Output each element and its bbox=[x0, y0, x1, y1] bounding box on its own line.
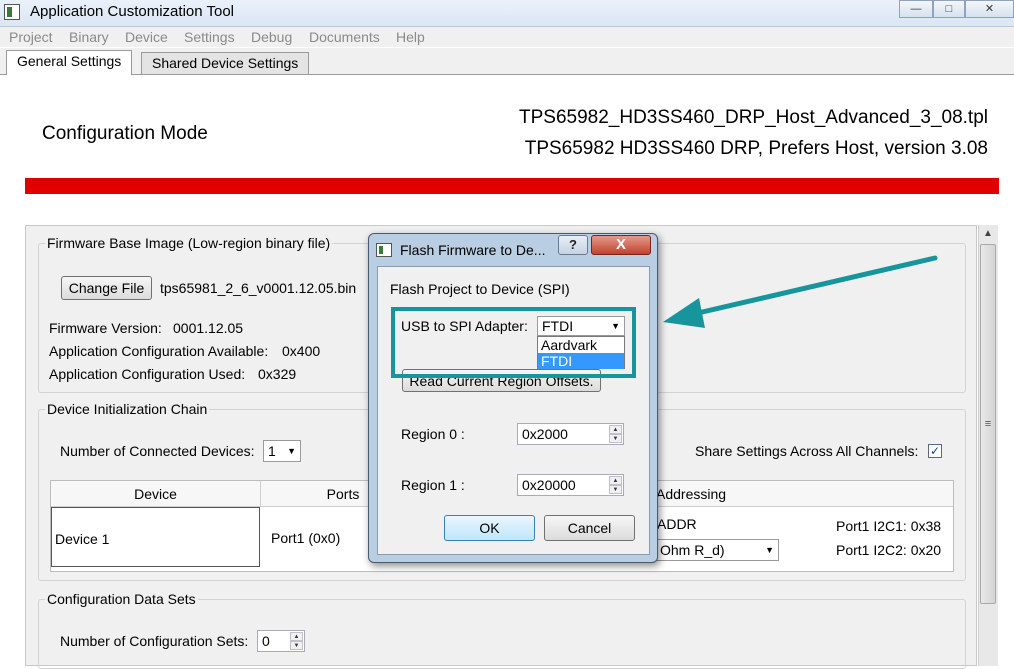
menu-bar: Project Binary Device Settings Debug Doc… bbox=[0, 27, 1014, 47]
i2c1-address: Port1 I2C1: 0x38 bbox=[836, 518, 942, 534]
region0-value: 0x2000 bbox=[522, 426, 568, 442]
dialog-help-button[interactable]: ? bbox=[558, 235, 588, 255]
window-close-button[interactable]: ✕ bbox=[965, 0, 1014, 18]
config-used-value: 0x329 bbox=[258, 366, 297, 382]
config-data-sets-title: Configuration Data Sets bbox=[45, 591, 198, 607]
annotation-arrow-icon bbox=[663, 255, 938, 328]
addressing-select-value: Ohm R_d) bbox=[660, 542, 725, 558]
template-description: TPS65982 HD3SS460 DRP, Prefers Host, ver… bbox=[524, 138, 988, 159]
spin-up-icon[interactable]: ▲ bbox=[290, 632, 303, 641]
spin-up-icon[interactable]: ▲ bbox=[609, 476, 622, 485]
template-file-name: TPS65982_HD3SS460_DRP_Host_Advanced_3_08… bbox=[519, 107, 988, 128]
scroll-up-arrow-icon[interactable]: ▲ bbox=[978, 226, 998, 242]
connected-devices-label: Number of Connected Devices: bbox=[60, 443, 255, 459]
ok-button[interactable]: OK bbox=[444, 515, 535, 541]
menu-project[interactable]: Project bbox=[9, 29, 53, 45]
change-file-button[interactable]: Change File bbox=[61, 276, 152, 300]
addressing-select[interactable]: Ohm R_d) ▼ bbox=[655, 539, 779, 561]
config-sets-count-value: 0 bbox=[262, 633, 270, 649]
firmware-version-label: Firmware Version: bbox=[49, 320, 162, 336]
region1-stepper[interactable]: 0x20000 ▲ ▼ bbox=[517, 474, 624, 496]
region1-value: 0x20000 bbox=[522, 477, 576, 493]
dialog-app-icon bbox=[376, 243, 392, 257]
table-cell-device[interactable]: Device 1 bbox=[51, 507, 260, 567]
column-header-device[interactable]: Device bbox=[51, 481, 261, 507]
configuration-mode-label: Configuration Mode bbox=[42, 123, 208, 144]
app-icon bbox=[4, 4, 20, 20]
device-ports: Port1 (0x0) bbox=[271, 530, 341, 546]
tab-shared-device-settings[interactable]: Shared Device Settings bbox=[141, 52, 310, 74]
firmware-version-value: 0001.12.05 bbox=[173, 320, 244, 336]
share-settings-checkbox[interactable]: ✓ bbox=[928, 444, 942, 458]
connected-devices-value: 1 bbox=[268, 443, 276, 459]
region0-label: Region 0 : bbox=[401, 426, 465, 442]
menu-documents[interactable]: Documents bbox=[309, 29, 380, 45]
menu-debug[interactable]: Debug bbox=[251, 29, 292, 45]
region1-label: Region 1 : bbox=[401, 477, 465, 493]
scrollbar-grip-icon: ≡ bbox=[984, 418, 992, 430]
spin-down-icon[interactable]: ▼ bbox=[609, 485, 622, 494]
accent-divider bbox=[25, 178, 999, 194]
config-available-value: 0x400 bbox=[282, 343, 321, 359]
spin-down-icon[interactable]: ▼ bbox=[290, 641, 303, 650]
config-used-label: Application Configuration Used: bbox=[49, 366, 246, 382]
firmware-filename: tps65981_2_6_v0001.12.05.bin bbox=[160, 280, 357, 296]
spin-down-icon[interactable]: ▼ bbox=[609, 434, 622, 443]
device-chain-title: Device Initialization Chain bbox=[45, 401, 210, 417]
dialog-close-button[interactable]: X bbox=[591, 235, 651, 255]
menu-settings[interactable]: Settings bbox=[184, 29, 235, 45]
firmware-group-title: Firmware Base Image (Low-region binary f… bbox=[45, 235, 333, 251]
region0-stepper[interactable]: 0x2000 ▲ ▼ bbox=[517, 423, 624, 445]
config-available-label: Application Configuration Available: bbox=[49, 343, 269, 359]
tab-strip: General Settings Shared Device Settings bbox=[0, 48, 1014, 75]
maximize-button[interactable]: □ bbox=[933, 0, 965, 18]
connected-devices-select[interactable]: 1 ▼ bbox=[263, 440, 301, 462]
addr-label: ADDR bbox=[657, 516, 697, 532]
annotation-highlight-box bbox=[391, 307, 636, 378]
menu-binary[interactable]: Binary bbox=[69, 29, 109, 45]
chevron-down-icon: ▼ bbox=[765, 545, 774, 555]
i2c2-address: Port1 I2C2: 0x20 bbox=[836, 542, 942, 558]
tab-general-settings[interactable]: General Settings bbox=[6, 50, 133, 75]
minimize-button[interactable]: — bbox=[899, 0, 933, 18]
device-name: Device 1 bbox=[55, 531, 110, 547]
dialog-heading: Flash Project to Device (SPI) bbox=[390, 281, 570, 297]
spin-up-icon[interactable]: ▲ bbox=[609, 425, 622, 434]
menu-help[interactable]: Help bbox=[396, 29, 425, 45]
config-sets-count-label: Number of Configuration Sets: bbox=[60, 633, 249, 649]
config-sets-count-stepper[interactable]: 0 ▲ ▼ bbox=[257, 630, 305, 652]
dialog-title: Flash Firmware to De... bbox=[400, 242, 546, 258]
menu-device[interactable]: Device bbox=[125, 29, 168, 45]
window-title: Application Customization Tool bbox=[30, 3, 235, 20]
cancel-button[interactable]: Cancel bbox=[544, 515, 635, 541]
share-settings-label: Share Settings Across All Channels: bbox=[695, 443, 919, 459]
chevron-down-icon: ▼ bbox=[287, 446, 296, 456]
